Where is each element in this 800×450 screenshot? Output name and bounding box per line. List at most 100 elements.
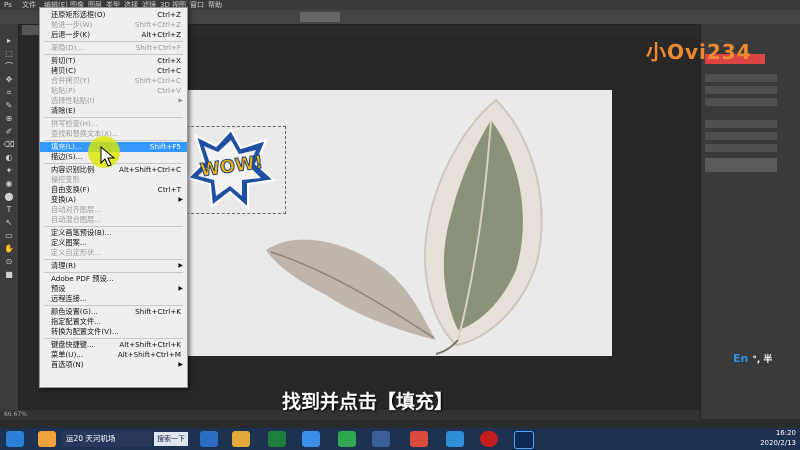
app-icon[interactable] bbox=[446, 431, 464, 447]
taskbar-app-icon[interactable] bbox=[38, 431, 56, 447]
system-clock[interactable]: 16:20 2020/2/13 bbox=[728, 428, 796, 450]
menu-item-label: 拷贝(C) bbox=[51, 66, 77, 75]
menu-item[interactable]: 变换(A) ▶ bbox=[40, 195, 187, 205]
tool-icon[interactable]: ▭ bbox=[3, 231, 15, 241]
menu-item[interactable]: 首选项(N) ▶ bbox=[40, 360, 187, 370]
tool-icon[interactable]: ✥ bbox=[3, 75, 15, 85]
menu-item[interactable]: 查找和替换文本(X)... bbox=[40, 129, 187, 139]
menu-separator bbox=[44, 338, 183, 339]
menu-item[interactable]: 后退一步(K) Alt+Ctrl+Z bbox=[40, 30, 187, 40]
tool-icon[interactable]: ⬤ bbox=[3, 192, 15, 202]
menu-item-label: 定义画笔预设(B)... bbox=[51, 228, 112, 237]
menu-item[interactable]: 远程连接... bbox=[40, 294, 187, 304]
cloud-app-icon[interactable] bbox=[302, 431, 320, 447]
layers-panel-header[interactable] bbox=[705, 120, 777, 128]
menu-item-shortcut: Alt+Shift+Ctrl+C bbox=[119, 165, 181, 174]
menu-item[interactable]: 剪切(T) Ctrl+X bbox=[40, 56, 187, 66]
tool-icon[interactable]: ✋ bbox=[3, 244, 15, 254]
menu-item[interactable]: 清除(E) bbox=[40, 106, 187, 116]
submenu-arrow-icon: ▶ bbox=[178, 285, 183, 292]
menu-item-label: 定义图案... bbox=[51, 238, 87, 247]
tool-icon[interactable]: ✎ bbox=[3, 101, 15, 111]
tool-icon[interactable]: ⬚ bbox=[3, 49, 15, 59]
menubar-item[interactable]: 文件 bbox=[22, 0, 36, 10]
ime-indicator[interactable]: En °, 半 bbox=[733, 352, 793, 368]
taskbar-search-input[interactable]: 运20 天河机场 bbox=[62, 431, 152, 447]
adjustments-row[interactable] bbox=[705, 74, 777, 82]
tool-icon[interactable]: ✐ bbox=[3, 127, 15, 137]
record-icon[interactable] bbox=[480, 431, 498, 447]
photoshop-taskbar-icon[interactable] bbox=[514, 431, 534, 449]
search-button[interactable]: 搜索一下 bbox=[154, 432, 188, 446]
start-button[interactable] bbox=[6, 431, 24, 447]
tool-icon[interactable]: ▸ bbox=[3, 36, 15, 46]
menubar-item[interactable]: 帮助 bbox=[208, 0, 222, 10]
menu-item-label: 定义自定形状... bbox=[51, 248, 101, 257]
excel-icon[interactable] bbox=[268, 431, 286, 447]
folder-icon[interactable] bbox=[232, 431, 250, 447]
tool-icon[interactable]: T bbox=[3, 205, 15, 215]
menu-item[interactable]: 自动对齐图层... bbox=[40, 205, 187, 215]
menubar-item[interactable]: 窗口 bbox=[190, 0, 204, 10]
menu-item-label: 自动对齐图层... bbox=[51, 205, 101, 214]
tool-icon[interactable]: ⌫ bbox=[3, 140, 15, 150]
menu-item[interactable]: 定义图案... bbox=[40, 238, 187, 248]
menu-item-shortcut: Ctrl+C bbox=[157, 66, 181, 75]
tool-icon[interactable]: ⌗ bbox=[3, 88, 15, 98]
menu-item[interactable]: 拷贝(C) Ctrl+C bbox=[40, 66, 187, 76]
menu-item[interactable]: 自由变换(F) Ctrl+T bbox=[40, 185, 187, 195]
menu-item[interactable]: 拼写检查(H)... bbox=[40, 119, 187, 129]
adjustments-row[interactable] bbox=[705, 86, 777, 94]
layers-filter[interactable] bbox=[705, 132, 777, 140]
menu-item[interactable]: 自动混合图层... bbox=[40, 215, 187, 225]
tool-icon[interactable]: ◐ bbox=[3, 153, 15, 163]
menu-item[interactable]: 预设 ▶ bbox=[40, 284, 187, 294]
menu-item-label: 预设 bbox=[51, 284, 66, 293]
layers-blend[interactable] bbox=[705, 144, 777, 152]
submenu-arrow-icon: ▶ bbox=[178, 196, 183, 203]
menu-item[interactable]: 转换为配置文件(V)... bbox=[40, 327, 187, 337]
tool-icon[interactable]: ■ bbox=[3, 270, 15, 280]
tool-icon[interactable]: ⊕ bbox=[3, 114, 15, 124]
menu-item-label: 转换为配置文件(V)... bbox=[51, 327, 119, 336]
menu-item[interactable]: 粘贴(P) Ctrl+V bbox=[40, 86, 187, 96]
menu-item[interactable]: 操控变形 bbox=[40, 175, 187, 185]
menu-item[interactable]: 颜色设置(G)... Shift+Ctrl+K bbox=[40, 307, 187, 317]
tool-icon[interactable]: ◉ bbox=[3, 179, 15, 189]
subtitle-caption: 找到并点击【填充】 bbox=[282, 391, 454, 413]
chrome-icon[interactable] bbox=[410, 431, 428, 447]
menu-item-label: 填充(L)... bbox=[51, 142, 82, 151]
menu-item-label: 菜单(U)... bbox=[51, 350, 84, 359]
menu-item-label: 拼写检查(H)... bbox=[51, 119, 98, 128]
menubar-item[interactable]: Ps bbox=[4, 0, 12, 10]
zoom-level[interactable]: 66.67% bbox=[4, 411, 27, 418]
menu-item-label: 清理(R) bbox=[51, 261, 76, 270]
menu-item[interactable]: 前进一步(W) Shift+Ctrl+Z bbox=[40, 20, 187, 30]
tool-icon[interactable]: ⌒ bbox=[3, 62, 15, 72]
menu-separator bbox=[44, 41, 183, 42]
menu-item[interactable]: 键盘快捷键... Alt+Shift+Ctrl+K bbox=[40, 340, 187, 350]
adjustments-row[interactable] bbox=[705, 98, 777, 106]
menu-item[interactable]: 清理(R) ▶ bbox=[40, 261, 187, 271]
watermark-logo: 小Ovi234 bbox=[646, 40, 752, 64]
menu-item-label: 渐隐(D)... bbox=[51, 43, 84, 52]
tool-icon[interactable]: ⊙ bbox=[3, 257, 15, 267]
layer-row[interactable] bbox=[705, 158, 777, 172]
menu-item[interactable]: 合并拷贝(Y) Shift+Ctrl+C bbox=[40, 76, 187, 86]
browser-icon[interactable] bbox=[338, 431, 356, 447]
menu-item[interactable]: 渐隐(D)... Shift+Ctrl+F bbox=[40, 43, 187, 53]
tool-icon[interactable]: ✦ bbox=[3, 166, 15, 176]
options-field[interactable] bbox=[300, 12, 340, 22]
menu-item[interactable]: 指定配置文件... bbox=[40, 317, 187, 327]
ie-icon[interactable] bbox=[200, 431, 218, 447]
menu-item-shortcut: Alt+Shift+Ctrl+K bbox=[119, 340, 181, 349]
menu-item[interactable]: Adobe PDF 预设... bbox=[40, 274, 187, 284]
menu-item[interactable]: 菜单(U)... Alt+Shift+Ctrl+M bbox=[40, 350, 187, 360]
menu-item[interactable]: 定义画笔预设(B)... bbox=[40, 228, 187, 238]
tool-icon[interactable]: ↖ bbox=[3, 218, 15, 228]
menu-item[interactable]: 选择性粘贴(I) ▶ bbox=[40, 96, 187, 106]
app-icon[interactable] bbox=[372, 431, 390, 447]
menu-item[interactable]: 定义自定形状... bbox=[40, 248, 187, 258]
menu-item-label: 清除(E) bbox=[51, 106, 76, 115]
menu-item[interactable]: 还原矩形选框(O) Ctrl+Z bbox=[40, 10, 187, 20]
